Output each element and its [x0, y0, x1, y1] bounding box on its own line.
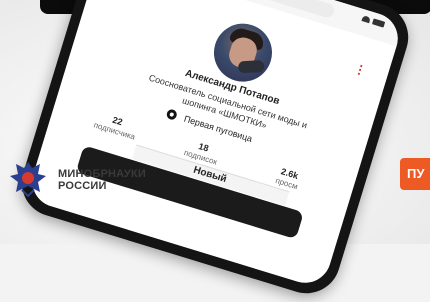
ministry-line1: МИНОБРНАУКИ — [58, 168, 146, 180]
phone-mockup: lnder_shmotki ⋮ Александр Потапов Соосно… — [13, 0, 417, 302]
ministry-name: МИНОБРНАУКИ РОССИИ — [58, 168, 146, 192]
url-bar[interactable]: lnder_shmotki — [197, 0, 336, 20]
battery-icon — [371, 18, 386, 28]
side-button[interactable]: ПУ — [400, 158, 430, 190]
status-icons — [361, 15, 386, 28]
microphone-icon — [237, 60, 265, 74]
phone-screen: lnder_shmotki ⋮ Александр Потапов Соосно… — [25, 0, 405, 290]
more-options-icon[interactable]: ⋮ — [352, 61, 368, 78]
ministry-line2: РОССИИ — [58, 180, 107, 192]
ministry-logo: МИНОБРНАУКИ РОССИИ — [6, 156, 146, 204]
wifi-icon — [361, 15, 371, 24]
button-icon — [165, 108, 179, 121]
stat-followers[interactable]: 22 подписчика — [80, 106, 153, 146]
emblem-icon — [10, 162, 46, 198]
